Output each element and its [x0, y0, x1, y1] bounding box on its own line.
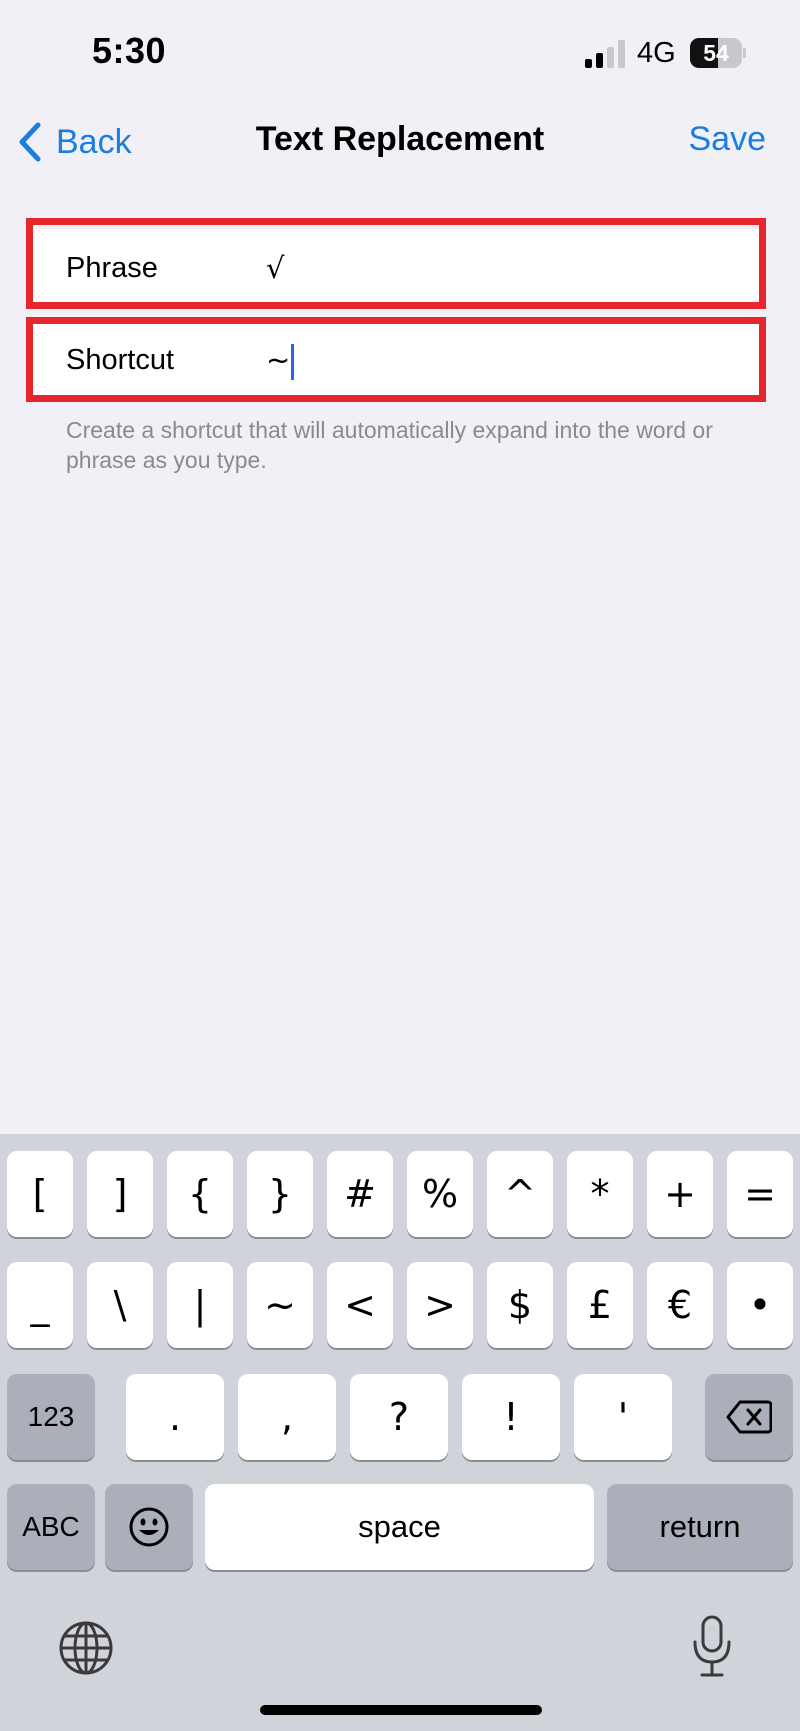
shortcut-value: ~	[266, 343, 291, 377]
key-punct-1[interactable]: .	[126, 1374, 224, 1460]
key-punct-5[interactable]: '	[574, 1374, 672, 1460]
key-symbol-row1-4[interactable]: }	[247, 1151, 313, 1237]
key-symbol-row2-5[interactable]: <	[327, 1262, 393, 1348]
emoji-icon	[129, 1507, 169, 1547]
network-type: 4G	[637, 37, 676, 69]
shortcut-field[interactable]: ~	[266, 321, 295, 399]
key-emoji[interactable]	[105, 1484, 193, 1570]
cellular-signal-icon	[585, 40, 625, 68]
globe-icon[interactable]	[58, 1620, 114, 1676]
text-cursor	[291, 344, 295, 380]
save-button[interactable]: Save	[689, 120, 767, 159]
key-symbol-row2-3[interactable]: |	[167, 1262, 233, 1348]
key-return[interactable]: return	[607, 1484, 793, 1570]
key-symbol-row2-9[interactable]: €	[647, 1262, 713, 1348]
phrase-field[interactable]: √	[266, 229, 284, 307]
status-time: 5:30	[92, 30, 167, 71]
key-symbol-row2-6[interactable]: >	[407, 1262, 473, 1348]
page-title: Text Replacement	[255, 120, 545, 158]
footnote-text: Create a shortcut that will automaticall…	[66, 417, 713, 473]
key-space[interactable]: space	[205, 1484, 594, 1570]
key-symbol-row1-1[interactable]: [	[7, 1151, 73, 1237]
shortcut-label: Shortcut	[66, 344, 174, 376]
shortcut-row[interactable]: Shortcut ~	[30, 321, 760, 399]
key-symbol-row1-10[interactable]: =	[727, 1151, 793, 1237]
battery-percent: 54	[703, 40, 729, 66]
key-abc[interactable]: ABC	[7, 1484, 95, 1570]
key-symbol-row1-5[interactable]: #	[327, 1151, 393, 1237]
key-symbol-row1-6[interactable]: %	[407, 1151, 473, 1237]
phrase-row[interactable]: Phrase √	[30, 229, 760, 307]
key-symbol-row2-7[interactable]: $	[487, 1262, 553, 1348]
key-symbol-row1-3[interactable]: {	[167, 1151, 233, 1237]
delete-backward-icon	[726, 1400, 772, 1434]
keyboard: []{} #% ^ * + = _ \ | ~ < > $ £ € • 123 .,?! ' ABC spac…	[0, 1134, 800, 1731]
key-symbol-row1-8[interactable]: *	[567, 1151, 633, 1237]
battery-icon: 54	[690, 38, 746, 68]
key-delete[interactable]	[705, 1374, 793, 1460]
key-symbol-row1-9[interactable]: +	[647, 1151, 713, 1237]
key-symbol-row1-2[interactable]: ]	[87, 1151, 153, 1237]
key-punct-2[interactable]: ,	[238, 1374, 336, 1460]
phrase-label: Phrase	[66, 252, 158, 284]
key-punct-4[interactable]: !	[462, 1374, 560, 1460]
microphone-icon[interactable]	[690, 1614, 734, 1680]
key-punct-3[interactable]: ?	[350, 1374, 448, 1460]
key-symbol-row2-1[interactable]: _	[7, 1262, 73, 1348]
key-symbol-row2-8[interactable]: £	[567, 1262, 633, 1348]
home-indicator	[260, 1705, 542, 1715]
key-symbol-row2-10[interactable]: •	[727, 1262, 793, 1348]
key-123[interactable]: 123	[7, 1374, 95, 1460]
key-symbol-row2-4[interactable]: ~	[247, 1262, 313, 1348]
key-symbol-row2-2[interactable]: \	[87, 1262, 153, 1348]
key-symbol-row1-7[interactable]: ^	[487, 1151, 553, 1237]
